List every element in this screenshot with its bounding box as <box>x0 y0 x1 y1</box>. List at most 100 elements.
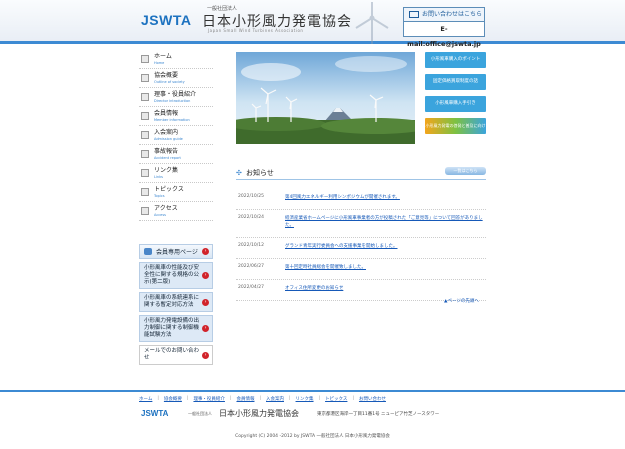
contact-box[interactable]: お問い合わせはこちら E-mail:office@jswta.jp <box>403 7 485 48</box>
news-list: 2022/10/25 第4回風力エネルギー利用シンポジウムが開催されます。 202… <box>236 189 486 301</box>
news-link[interactable]: 第4回風力エネルギー利用シンポジウムが開催されます。 <box>285 194 400 201</box>
news-link[interactable]: 経済産業省ホームページに小形風車事業者の方が投稿された「ご意見等」について回答が… <box>285 215 486 229</box>
arrow-right-icon: › <box>202 248 209 255</box>
topics-icon <box>141 188 149 196</box>
nav-item[interactable]: リンク集 Links <box>139 164 213 183</box>
sparkle-icon: ✣ <box>236 169 242 177</box>
footer-link[interactable]: 協会概要 <box>164 396 182 402</box>
mail-inquiry-button[interactable]: メールでのお問い合わせ › <box>139 345 213 365</box>
footer-links: ホーム | 協会概要 | 理事・役員紹介 | 会員情報 | 入会案内 | リンク集 | トピ… <box>139 396 386 402</box>
footer-address: 東京都港区海岸一丁目11番1号 ニューピア竹芝ノースタワー <box>317 412 440 417</box>
member-link-button[interactable]: 小形風力発電設備の出力制御に関する制御機能試験方法 › <box>139 315 213 342</box>
member-link-label: 小形風車の性能及び安全性に関する規格の公示(第二版) <box>144 265 200 285</box>
nav-sublabel: Home <box>154 61 165 65</box>
nav-item[interactable]: トピックス Topics <box>139 183 213 202</box>
nav-sublabel: Links <box>154 175 163 179</box>
news-more-button[interactable]: 一覧はこちら <box>445 167 486 175</box>
footer-link[interactable]: ホーム <box>139 396 152 402</box>
copyright: Copyright (C) 2004 -2012 by JSWTA 一般社団法人… <box>235 434 390 439</box>
map-icon <box>141 207 149 215</box>
news-link[interactable]: グランド青年実行委員会への支援事業を開始しました。 <box>285 243 398 250</box>
news-row: 2022/10/25 第4回風力エネルギー利用シンポジウムが開催されます。 <box>236 189 486 210</box>
footer-link[interactable]: 理事・役員紹介 <box>193 396 225 402</box>
nav-label: トピックス <box>154 186 184 193</box>
member-area: 会員専用ページ › 小形風車の性能及び安全性に関する規格の公示(第二版) › 小形… <box>139 244 213 368</box>
arrow-right-icon: › <box>202 272 209 279</box>
report-icon <box>141 150 149 158</box>
nav-sublabel: Access <box>154 213 166 217</box>
nav-label: リンク集 <box>154 167 179 174</box>
news-row: 2022/10/12 グランド青年実行委員会への支援事業を開始しました。 <box>236 238 486 259</box>
nav-sublabel: Accident report <box>154 156 181 160</box>
arrow-right-icon: › <box>202 298 209 306</box>
nav-sublabel: Admission guide <box>154 137 183 141</box>
contact-email[interactable]: E-mail:office@jswta.jp <box>404 22 484 52</box>
user-icon <box>144 248 152 255</box>
member-page-button[interactable]: 会員専用ページ › <box>139 244 213 259</box>
hero-image <box>236 52 415 144</box>
page-top-link[interactable]: ▲ページの先頭へ <box>444 298 479 304</box>
mail-inquiry-label: メールでのお問い合わせ <box>144 348 200 361</box>
footer-org-type: 一般社団法人 <box>188 411 212 416</box>
document-icon <box>141 131 149 139</box>
footer-link[interactable]: リンク集 <box>296 396 314 402</box>
news-link[interactable]: オフィス住所変更のお知らせ <box>285 285 343 292</box>
nav-label: アクセス <box>154 205 178 212</box>
news-date: 2022/10/25 <box>238 194 264 199</box>
member-link-button[interactable]: 小形風車の性能及び安全性に関する規格の公示(第二版) › <box>139 262 213 289</box>
nav-label: 会員情報 <box>154 110 179 117</box>
news-date: 2022/04/27 <box>238 285 264 290</box>
contact-label-text: お問い合わせはこちら <box>422 11 483 18</box>
footer-link[interactable]: 会員情報 <box>236 396 254 402</box>
nav-label: 理事・役員紹介 <box>154 91 197 98</box>
footer-divider <box>0 390 625 392</box>
nav-item[interactable]: 協会概要 Outline of society <box>139 69 213 88</box>
news-date: 2022/06/27 <box>238 264 264 269</box>
nav-sublabel: Member information <box>154 118 190 122</box>
nav-item[interactable]: 事故報告 Accident report <box>139 145 213 164</box>
side-banners: 小形風車購入のポイント 固定価格買取制度の話 小形風車購入手引き 小形風力発電の… <box>425 52 486 144</box>
footer-logo[interactable]: JSWTA <box>141 409 168 418</box>
banner-feed-in-tariff[interactable]: 固定価格買取制度の話 <box>425 74 486 90</box>
building-icon <box>141 74 149 82</box>
home-icon <box>141 55 149 63</box>
member-link-button[interactable]: 小形風車の系統連系に関する暫定対応方法 › <box>139 292 213 312</box>
link-icon <box>141 169 149 177</box>
footer-link[interactable]: 入会案内 <box>266 396 284 402</box>
news-link[interactable]: 第十回定時社員総会を開催致しました。 <box>285 264 366 271</box>
site-logo[interactable]: JSWTA <box>141 12 191 28</box>
banner-purchase-points[interactable]: 小形風車購入のポイント <box>425 52 486 68</box>
news-row: 2022/10/24 経済産業省ホームページに小形風車事業者の方が投稿された「ご意… <box>236 210 486 238</box>
news-row: 2022/06/27 第十回定時社員総会を開催致しました。 <box>236 259 486 280</box>
arrow-right-icon: › <box>202 351 209 359</box>
org-english-name: Japan Small Wind Turbines Association <box>208 28 304 33</box>
nav-label: 事故報告 <box>154 148 179 155</box>
banner-purchase-guide[interactable]: 小形風車購入手引き <box>425 96 486 112</box>
member-icon <box>141 112 149 120</box>
nav-item[interactable]: ホーム Home <box>139 50 213 69</box>
nav-label: 協会概要 <box>154 72 179 79</box>
arrow-right-icon: › <box>202 325 209 332</box>
footer-org-name: 日本小形風力発電協会 <box>219 409 299 418</box>
footer-link[interactable]: お問い合わせ <box>359 396 386 402</box>
member-link-label: 小形風力発電設備の出力制御に関する制御機能試験方法 <box>144 318 200 338</box>
people-icon <box>141 93 149 101</box>
nav-label: 入会案内 <box>154 129 179 136</box>
nav-label: ホーム <box>154 53 172 60</box>
nav-sublabel: Director introduction <box>154 99 191 103</box>
news-header: ✣ お知らせ 一覧はこちら <box>236 166 486 180</box>
mail-icon <box>409 11 419 18</box>
wind-turbine-icon <box>355 2 389 44</box>
nav-item[interactable]: 会員情報 Member information <box>139 107 213 126</box>
nav-sublabel: Topics <box>154 194 165 198</box>
site-header: JSWTA 一般社団法人 日本小形風力発電協会 Japan Small Wind… <box>0 0 625 48</box>
nav-item[interactable]: 理事・役員紹介 Director introduction <box>139 88 213 107</box>
footer-link[interactable]: トピックス <box>325 396 347 402</box>
contact-label[interactable]: お問い合わせはこちら <box>404 8 484 22</box>
news-title: お知らせ <box>246 169 274 177</box>
nav-item[interactable]: 入会案内 Admission guide <box>139 126 213 145</box>
nav-item[interactable]: アクセス Access <box>139 202 213 221</box>
banner-awareness[interactable]: 小形風力発電の啓発と普及に向けて <box>425 118 486 144</box>
news-date: 2022/10/24 <box>238 215 264 220</box>
member-link-label: 小形風車の系統連系に関する暫定対応方法 <box>144 295 200 308</box>
